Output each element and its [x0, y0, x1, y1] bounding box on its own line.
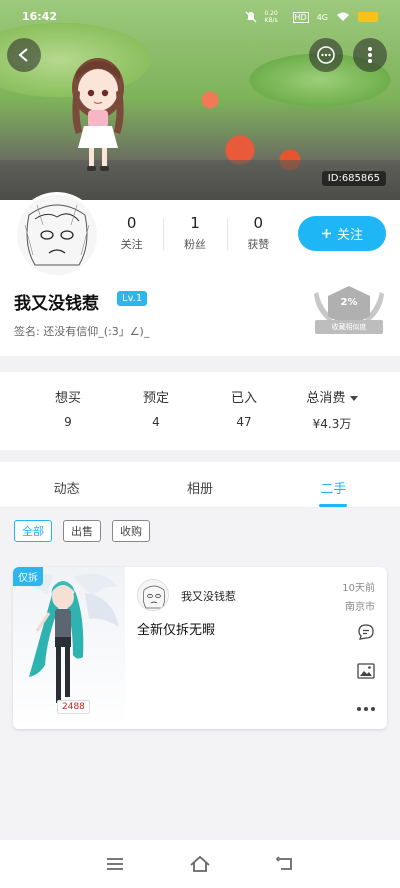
figure-photo — [72, 58, 124, 171]
stat-likes-label: 获赞 — [247, 238, 270, 251]
listing-city: 南京市 — [345, 602, 375, 613]
profile-tabs: 动态 相册 二手 — [0, 462, 400, 508]
purchase-stats: 想买 9 预定 4 已入 47 总消费 ¥4.3万 — [0, 372, 400, 450]
stat-total-spending[interactable]: 总消费 ¥4.3万 — [288, 372, 376, 450]
stat-total-spending-label: 总消费 — [306, 391, 346, 406]
stat-fans[interactable]: 1 粉丝 — [163, 214, 226, 252]
return-button[interactable] — [270, 849, 300, 879]
tab-activity[interactable]: 动态 — [0, 462, 133, 507]
bell-off-icon — [245, 11, 256, 23]
tab-album[interactable]: 相册 — [133, 462, 266, 507]
comment-button[interactable] — [355, 621, 377, 643]
wifi-icon — [337, 12, 349, 21]
listing-price: 2488 — [57, 700, 90, 714]
battery-icon — [358, 12, 378, 22]
more-options-button[interactable] — [355, 698, 377, 720]
sketch-avatar-image — [138, 580, 168, 610]
stat-total-spending-header: 总消费 — [288, 387, 376, 406]
filter-sell[interactable]: 出售 — [63, 520, 101, 542]
sketch-avatar-image — [17, 195, 97, 275]
caret-down-icon — [349, 396, 358, 401]
collection-similarity-badge[interactable]: 2% 收藏相似度 — [312, 284, 386, 336]
stat-following-count: 0 — [126, 214, 137, 232]
hd-icon: HD — [292, 11, 309, 23]
image-icon — [357, 663, 375, 679]
chat-bubble-icon — [317, 46, 335, 64]
signal-label: 4G — [316, 12, 328, 22]
signature: 签名: 还没有信仰_(:3」∠)_ — [14, 325, 150, 338]
listing-card[interactable]: 仅拆 2488 我又没钱惹 10天前 南京市 全新仅拆无暇 — [13, 567, 387, 729]
home-button[interactable] — [185, 849, 215, 879]
listing-username[interactable]: 我又没钱惹 — [181, 588, 236, 604]
tab-secondhand[interactable]: 二手 — [267, 462, 400, 507]
user-id-badge: ID:685865 — [321, 171, 386, 186]
stat-preorder[interactable]: 预定 4 — [112, 372, 200, 450]
more-horizontal-icon — [357, 707, 375, 711]
comment-icon — [358, 624, 374, 640]
stat-wishlist[interactable]: 想买 9 — [24, 372, 112, 450]
stat-owned[interactable]: 已入 47 — [200, 372, 288, 450]
stat-fans-label: 粉丝 — [183, 238, 206, 251]
stat-likes[interactable]: 0 获赞 — [226, 214, 290, 252]
plus-icon — [321, 229, 331, 238]
menu-button[interactable] — [100, 849, 130, 879]
username: 我又没钱惹 — [14, 294, 99, 314]
stat-likes-count: 0 — [253, 214, 264, 232]
image-button[interactable] — [355, 660, 377, 682]
listing-user-avatar[interactable] — [137, 579, 169, 611]
status-time: 16:42 — [22, 10, 58, 23]
avatar[interactable] — [14, 192, 100, 278]
stat-owned-label: 已入 — [230, 391, 257, 406]
back-button[interactable] — [7, 38, 41, 72]
stat-total-spending-value: ¥4.3万 — [312, 417, 352, 431]
menu-icon — [106, 858, 123, 870]
stat-wishlist-label: 想买 — [54, 391, 81, 406]
status-bar: 16:42 0.20 KB/s HD 4G — [0, 8, 400, 28]
home-icon — [190, 855, 210, 872]
stat-owned-value: 47 — [236, 415, 252, 429]
system-nav-bar — [0, 840, 400, 888]
similarity-label: 收藏相似度 — [315, 320, 383, 334]
follow-button[interactable]: 关注 — [298, 216, 386, 251]
return-icon — [276, 856, 293, 870]
stat-preorder-label: 预定 — [142, 391, 169, 406]
filter-buy[interactable]: 收购 — [112, 520, 150, 542]
more-vertical-icon — [368, 47, 372, 63]
chevron-left-icon — [18, 48, 28, 62]
stat-wishlist-value: 9 — [64, 415, 72, 429]
stat-following[interactable]: 0 关注 — [100, 214, 163, 252]
network-speed: 0.20 KB/s — [264, 10, 278, 24]
filter-chips: 全部 出售 收购 — [14, 520, 150, 542]
similarity-percent: 2% — [340, 297, 358, 308]
filter-all[interactable]: 全部 — [14, 520, 52, 542]
listing-title: 全新仅拆无暇 — [137, 623, 216, 638]
level-badge: Lv.1 — [117, 291, 148, 306]
stat-following-label: 关注 — [120, 238, 143, 251]
stat-preorder-value: 4 — [152, 415, 160, 429]
more-button[interactable] — [353, 38, 387, 72]
profile-card: 0 关注 1 粉丝 0 获赞 关注 我又没钱惹 Lv.1 签名: 还没有信仰_(… — [0, 192, 400, 356]
profile-banner — [0, 0, 400, 200]
follow-label: 关注 — [336, 228, 363, 243]
message-button[interactable] — [309, 38, 343, 72]
social-stats: 0 关注 1 粉丝 0 获赞 — [100, 214, 290, 252]
listing-tag: 仅拆 — [13, 567, 43, 586]
listing-time: 10天前 — [342, 583, 375, 594]
stat-fans-count: 1 — [190, 214, 200, 232]
listing-image[interactable]: 仅拆 2488 — [13, 567, 125, 729]
status-icons: 0.20 KB/s HD 4G — [245, 10, 378, 24]
